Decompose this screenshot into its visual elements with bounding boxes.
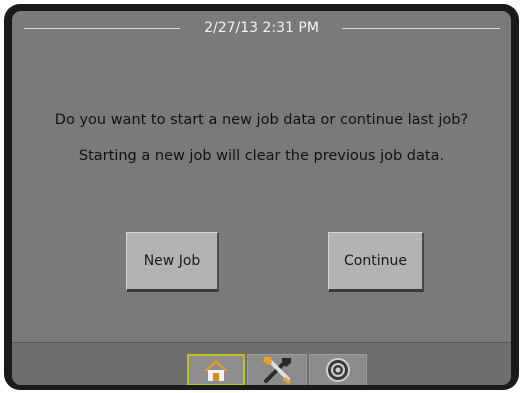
- job-question: Do you want to start a new job data or c…: [54, 112, 469, 128]
- new-job-button[interactable]: New Job: [126, 232, 219, 292]
- continue-button[interactable]: Continue: [328, 232, 424, 292]
- tools-icon: [263, 357, 291, 384]
- header-rule-right: [342, 28, 500, 29]
- job-warning: Starting a new job will clear the previo…: [78, 148, 445, 164]
- tab-gauge[interactable]: [309, 354, 367, 385]
- tab-tools[interactable]: [247, 354, 307, 385]
- device-bezel: 2/27/13 2:31 PM Do you want to start a n…: [4, 4, 519, 390]
- gauge-icon: [326, 358, 350, 382]
- home-icon: [204, 360, 228, 381]
- screen: 2/27/13 2:31 PM Do you want to start a n…: [12, 11, 511, 385]
- tab-home[interactable]: [187, 354, 245, 385]
- bottom-tab-bar: [12, 342, 511, 385]
- header: 2/27/13 2:31 PM: [12, 11, 511, 45]
